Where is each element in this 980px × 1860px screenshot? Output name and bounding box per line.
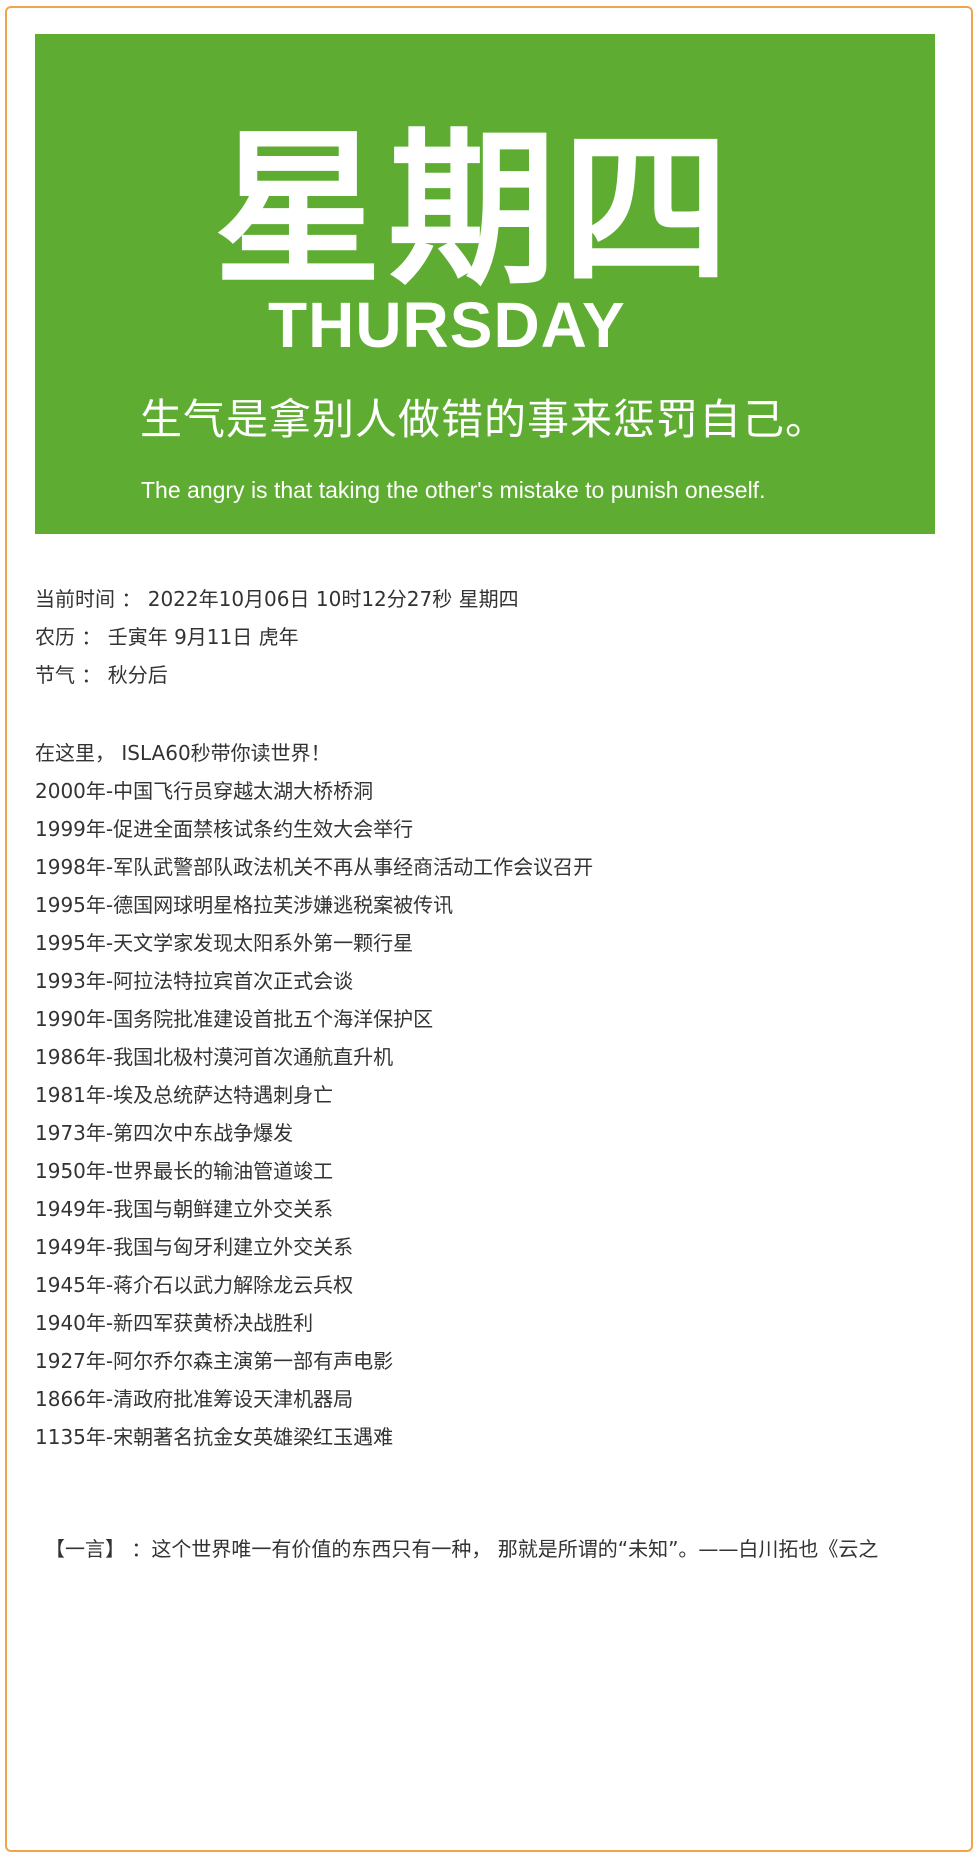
list-item: 1995年-天文学家发现太阳系外第一颗行星 [35,931,414,955]
list-item: 1998年-军队武警部队政法机关不再从事经商活动工作会议召开 [35,855,594,879]
list-item: 1993年-阿拉法特拉宾首次正式会谈 [35,969,354,993]
list-item: 1940年-新四军获黄桥决战胜利 [35,1311,314,1335]
weekday-banner: 星期四 THURSDAY 生气是拿别人做错的事来惩罚自己。 The angry … [35,34,935,534]
yiyan-quote: 【一言】 ：这个世界唯一有价值的东西只有一种， 那就是所谓的“未知”。——白川拓… [45,1537,879,1561]
list-item: 1990年-国务院批准建设首批五个海洋保护区 [35,1007,434,1031]
date-info: 当前时间 ： 2022年10月06日 10时12分27秒 星期四 农历 ： 壬寅… [35,580,519,694]
list-item: 2000年-中国飞行员穿越太湖大桥桥洞 [35,779,374,803]
list-item: 1950年-世界最长的输油管道竣工 [35,1159,334,1183]
list-item: 1999年-促进全面禁核试条约生效大会举行 [35,817,414,841]
list-item: 1927年-阿尔乔尔森主演第一部有声电影 [35,1349,394,1373]
history-list: 在这里， ISLA60秒带你读世界！ 2000年-中国飞行员穿越太湖大桥桥洞 1… [35,734,593,1456]
list-item: 1949年-我国与朝鲜建立外交关系 [35,1197,334,1221]
history-intro: 在这里， ISLA60秒带你读世界！ [35,741,331,765]
list-item: 1973年-第四次中东战争爆发 [35,1121,294,1145]
list-item: 1949年-我国与匈牙利建立外交关系 [35,1235,354,1259]
list-item: 1135年-宋朝著名抗金女英雄梁红玉遇难 [35,1425,394,1449]
banner-weekday-cn: 星期四 [214,112,736,308]
solar-term: 节气 ： 秋分后 [35,663,168,687]
current-time: 当前时间 ： 2022年10月06日 10时12分27秒 星期四 [35,587,519,611]
lunar-date: 农历 ： 壬寅年 9月11日 虎年 [35,625,299,649]
banner-quote-cn: 生气是拿别人做错的事来惩罚自己。 [140,395,829,444]
list-item: 1995年-德国网球明星格拉芙涉嫌逃税案被传讯 [35,893,454,917]
list-item: 1866年-清政府批准筹设天津机器局 [35,1387,354,1411]
banner-weekday-en: THURSDAY [268,289,626,361]
list-item: 1986年-我国北极村漠河首次通航直升机 [35,1045,394,1069]
list-item: 1981年-埃及总统萨达特遇刺身亡 [35,1083,334,1107]
list-item: 1945年-蒋介石以武力解除龙云兵权 [35,1273,354,1297]
banner-quote-en: The angry is that taking the other's mis… [141,477,766,503]
